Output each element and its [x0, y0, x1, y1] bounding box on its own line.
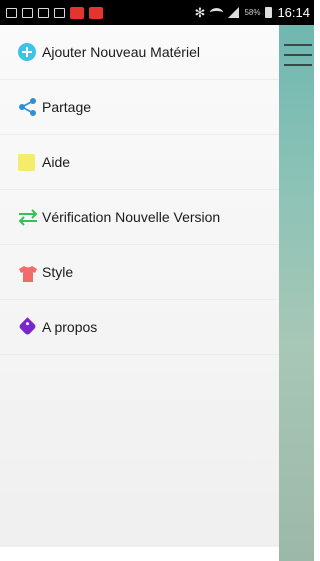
drawer-bottom-edge	[0, 547, 279, 561]
image-notification-icon	[6, 7, 17, 18]
bluetooth-icon: ✻	[194, 4, 206, 20]
status-bar: ✻ 58% 16:14	[0, 0, 314, 25]
red-app-notification-icon-2	[89, 6, 103, 19]
drawer-item-about[interactable]: A propos	[0, 300, 279, 355]
signal-icon	[228, 7, 240, 18]
tshirt-icon	[18, 262, 38, 282]
cloud-notification-icon	[38, 7, 49, 18]
app-notification-icon	[22, 7, 33, 18]
drawer-item-check-version[interactable]: Vérification Nouvelle Version	[0, 190, 279, 245]
drawer-item-style[interactable]: Style	[0, 245, 279, 300]
drawer-item-label: A propos	[42, 319, 98, 335]
drawer-item-share[interactable]: Partage	[0, 80, 279, 135]
drawer-item-label: Partage	[42, 99, 92, 115]
clock: 16:14	[277, 5, 310, 20]
drawer-item-help[interactable]: Aide	[0, 135, 279, 190]
battery-icon	[265, 7, 273, 18]
tag-icon	[18, 317, 38, 337]
battery-percent: 58%	[244, 8, 261, 17]
red-app-notification-icon	[70, 6, 84, 19]
hamburger-menu-icon[interactable]	[284, 44, 312, 66]
navigation-drawer: Ajouter Nouveau Matériel Partage Aide Vé…	[0, 25, 279, 561]
notification-icons	[6, 6, 103, 19]
help-icon	[18, 152, 38, 172]
mail-notification-icon	[54, 7, 65, 18]
drawer-item-label: Ajouter Nouveau Matériel	[42, 44, 200, 60]
drawer-item-add-material[interactable]: Ajouter Nouveau Matériel	[0, 25, 279, 80]
drawer-item-label: Style	[42, 264, 74, 280]
sync-arrows-icon	[18, 207, 38, 227]
share-icon	[18, 97, 38, 117]
add-circle-icon	[18, 42, 38, 62]
drawer-item-label: Vérification Nouvelle Version	[42, 209, 221, 225]
wifi-icon	[210, 8, 224, 17]
drawer-item-label: Aide	[42, 154, 71, 170]
